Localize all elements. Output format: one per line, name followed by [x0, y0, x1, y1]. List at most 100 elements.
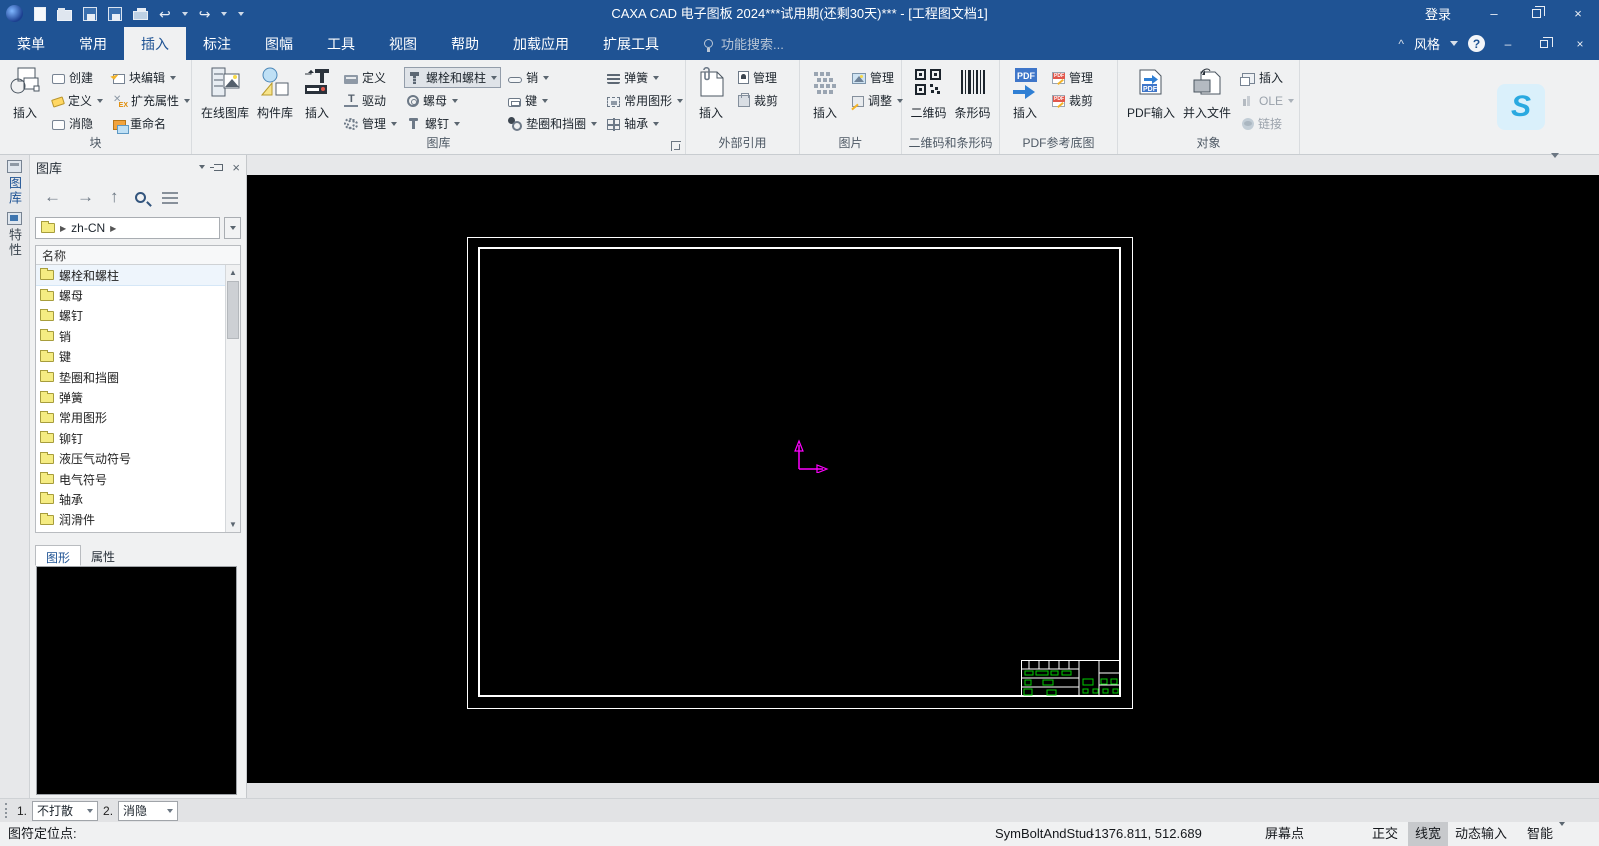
- folder-item-electric-symbols[interactable]: 电气符号: [36, 469, 225, 489]
- tab-insert[interactable]: 插入: [124, 27, 186, 60]
- breadcrumb-arrow-icon[interactable]: ▶: [110, 224, 116, 233]
- drawing-canvas[interactable]: [247, 175, 1599, 783]
- block-edit-dropdown-icon[interactable]: [170, 76, 176, 80]
- online-library-button[interactable]: 在线图库: [197, 63, 253, 121]
- folder-item-screw[interactable]: 螺钉: [36, 306, 225, 326]
- list-view-icon[interactable]: [162, 190, 178, 204]
- block-define-button[interactable]: 定义: [49, 89, 106, 112]
- function-search[interactable]: 功能搜索...: [704, 27, 784, 60]
- minimize-button[interactable]: –: [1473, 0, 1515, 27]
- library-spring-button[interactable]: 弹簧: [604, 66, 686, 89]
- tab-load-app[interactable]: 加载应用: [496, 27, 586, 60]
- block-edit-button[interactable]: 块编辑: [110, 66, 193, 89]
- line-width-toggle[interactable]: 线宽: [1408, 822, 1448, 846]
- tab-common[interactable]: 常用: [62, 27, 124, 60]
- nav-up-icon[interactable]: ↑: [110, 187, 119, 207]
- barcode-button[interactable]: 条形码: [951, 63, 995, 121]
- smart-snap-dropdown-icon[interactable]: [1559, 822, 1565, 846]
- panel-tab-graphic[interactable]: 图形: [35, 545, 81, 566]
- scrollbar-thumb[interactable]: [227, 281, 239, 339]
- object-ole-button[interactable]: OLE: [1239, 89, 1297, 112]
- library-dialog-launcher-icon[interactable]: [671, 141, 681, 151]
- library-bolt-stud-button[interactable]: 螺栓和螺柱: [404, 67, 501, 88]
- print-icon[interactable]: [133, 11, 148, 20]
- library-bearing-button[interactable]: 轴承: [604, 112, 686, 135]
- nav-back-icon[interactable]: ←: [44, 187, 61, 207]
- scroll-down-icon[interactable]: ▼: [226, 517, 240, 532]
- pin-dropdown-icon[interactable]: [543, 76, 549, 80]
- xref-manage-button[interactable]: 管理: [735, 66, 781, 89]
- folder-item-bearing[interactable]: 轴承: [36, 489, 225, 509]
- save-icon[interactable]: [83, 7, 97, 21]
- folder-item-common-shapes[interactable]: 常用图形: [36, 408, 225, 428]
- folder-item-spring[interactable]: 弹簧: [36, 387, 225, 407]
- pdf-clip-button[interactable]: 裁剪: [1049, 89, 1096, 112]
- library-nut-button[interactable]: 螺母: [404, 89, 501, 112]
- breadcrumb-dropdown[interactable]: [224, 217, 241, 239]
- define-dropdown-icon[interactable]: [97, 99, 103, 103]
- xref-clip-button[interactable]: 裁剪: [735, 89, 781, 112]
- component-library-button[interactable]: 构件库: [253, 63, 297, 121]
- breadcrumb[interactable]: ▶ zh-CN ▶: [35, 217, 220, 239]
- breadcrumb-path[interactable]: zh-CN: [71, 221, 105, 235]
- folder-item-washer[interactable]: 垫圈和挡圈: [36, 367, 225, 387]
- block-insert-button[interactable]: 插入: [5, 63, 45, 121]
- tab-view[interactable]: 视图: [372, 27, 434, 60]
- tab-help[interactable]: 帮助: [434, 27, 496, 60]
- block-hide-button[interactable]: 消隐: [49, 112, 106, 135]
- tab-extension-tools[interactable]: 扩展工具: [586, 27, 676, 60]
- ortho-toggle[interactable]: 正交: [1372, 822, 1398, 846]
- library-screw-button[interactable]: 螺钉: [404, 112, 501, 135]
- style-dropdown-icon[interactable]: [1450, 41, 1458, 46]
- folder-item-key[interactable]: 键: [36, 347, 225, 367]
- scroll-up-icon[interactable]: ▲: [226, 265, 240, 280]
- app-logo-icon[interactable]: [6, 5, 23, 22]
- dock-tab-properties[interactable]: 特性: [5, 212, 24, 258]
- library-common-shapes-button[interactable]: 常用图形: [604, 89, 686, 112]
- panel-close-icon[interactable]: ×: [232, 160, 240, 175]
- screw-dropdown-icon[interactable]: [454, 122, 460, 126]
- picture-manage-button[interactable]: 管理: [849, 66, 906, 89]
- library-key-button[interactable]: 键: [505, 89, 600, 112]
- pdf-insert-button[interactable]: PDF 插入: [1005, 63, 1045, 121]
- ole-dropdown-icon[interactable]: [1288, 99, 1294, 103]
- pdf-manage-button[interactable]: 管理: [1049, 66, 1096, 89]
- open-file-icon[interactable]: [57, 10, 72, 21]
- dynamic-input-toggle[interactable]: 动态输入: [1455, 822, 1507, 846]
- smart-snap-select[interactable]: 智能: [1527, 822, 1553, 846]
- ext-attr-dropdown-icon[interactable]: [184, 99, 190, 103]
- folder-item-nut[interactable]: 螺母: [36, 285, 225, 305]
- bolt-stud-dropdown-icon[interactable]: [491, 76, 497, 80]
- style-button[interactable]: 风格: [1414, 34, 1440, 53]
- washer-dropdown-icon[interactable]: [591, 122, 597, 126]
- block-create-button[interactable]: 创建: [49, 66, 106, 89]
- undo-icon[interactable]: ↩: [159, 7, 171, 21]
- help-icon[interactable]: ?: [1468, 35, 1485, 52]
- login-button[interactable]: 登录: [1403, 4, 1473, 23]
- redo-dropdown-icon[interactable]: [221, 12, 227, 16]
- block-rename-button[interactable]: 重命名: [110, 112, 193, 135]
- block-ext-attr-button[interactable]: 扩充属性: [110, 89, 193, 112]
- tab-tools[interactable]: 工具: [310, 27, 372, 60]
- tab-menu[interactable]: 菜单: [0, 27, 62, 60]
- library-washer-button[interactable]: 垫圈和挡圈: [505, 112, 600, 135]
- folder-item-rivet[interactable]: 铆钉: [36, 428, 225, 448]
- common-shapes-dropdown-icon[interactable]: [677, 99, 683, 103]
- tab-sheet[interactable]: 图幅: [248, 27, 310, 60]
- breadcrumb-arrow-icon[interactable]: ▶: [60, 224, 66, 233]
- dock-tab-library[interactable]: 图库: [5, 160, 24, 206]
- library-manage-dropdown-icon[interactable]: [391, 122, 397, 126]
- customize-toolbar-icon[interactable]: [238, 12, 244, 16]
- nav-forward-icon[interactable]: →: [77, 187, 94, 207]
- option1-dropdown-icon[interactable]: [87, 809, 93, 813]
- folder-item-hydraulic-symbols[interactable]: 液压气动符号: [36, 449, 225, 469]
- close-button[interactable]: ×: [1557, 0, 1599, 27]
- option2-select[interactable]: 消隐: [118, 801, 178, 821]
- canvas-strip-dropdown-icon[interactable]: [1551, 158, 1559, 172]
- nut-dropdown-icon[interactable]: [452, 99, 458, 103]
- library-manage-button[interactable]: 管理: [341, 112, 400, 135]
- screen-point-toggle[interactable]: 屏幕点: [1265, 822, 1304, 846]
- folder-list-scrollbar[interactable]: ▲ ▼: [225, 265, 240, 532]
- option2-dropdown-icon[interactable]: [167, 809, 173, 813]
- qr-code-button[interactable]: 二维码: [906, 63, 950, 121]
